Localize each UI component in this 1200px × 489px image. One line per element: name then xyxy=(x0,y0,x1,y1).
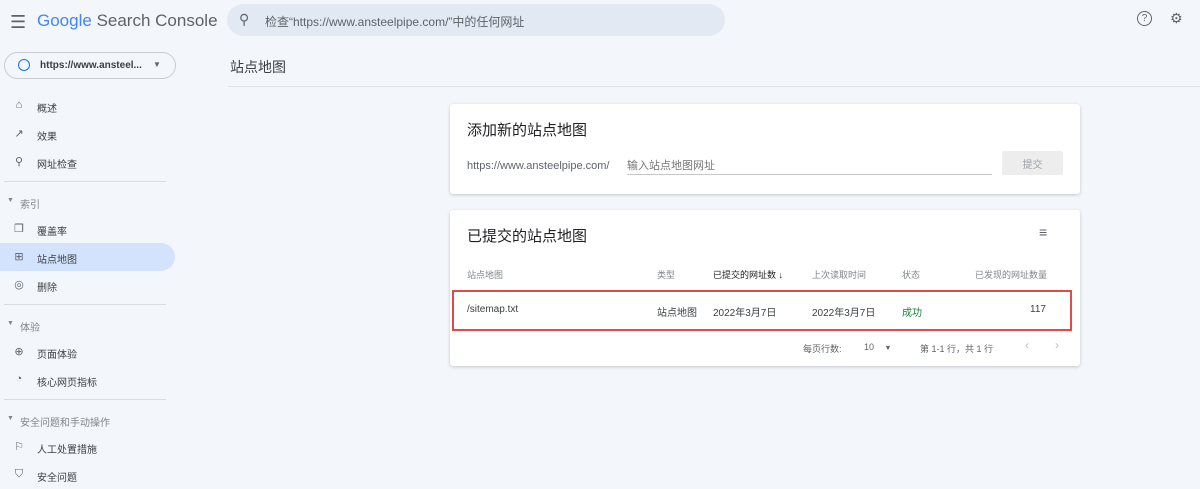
col-discovered[interactable]: 已发现的网址数量 xyxy=(975,268,1047,281)
rows-per-page-label: 每页行数: xyxy=(803,344,842,354)
section-label: 安全问题和手动操作 xyxy=(20,418,110,429)
section-label: 体验 xyxy=(20,323,40,334)
card-title: 已提交的站点地图 xyxy=(467,228,588,245)
eye-off-icon: ◎ xyxy=(14,279,24,291)
sidebar-item-manual-actions[interactable]: ⚐ 人工处置措施 xyxy=(0,433,200,461)
cell-type: 站点地图 xyxy=(657,308,697,319)
sidebar-item-core-web-vitals[interactable]: ◔ 核心网页指标 xyxy=(0,366,200,394)
logo-google: Google xyxy=(37,11,92,30)
logo-text: Search Console xyxy=(96,11,218,30)
sidebar-item-overview[interactable]: ⌂ 概述 xyxy=(0,92,200,120)
rows-per-page-value: 10 xyxy=(864,342,875,352)
cell-discovered: 117 xyxy=(1030,304,1046,315)
search-input[interactable]: ⚲ 检查“https://www.ansteelpipe.com/”中的任何网址 xyxy=(227,4,725,36)
help-icon[interactable]: ? xyxy=(1137,11,1152,26)
plus-circle-icon: ⊕ xyxy=(14,346,24,358)
section-experience[interactable]: ▼ 体验 xyxy=(0,310,200,338)
search-icon: ⚲ xyxy=(14,156,24,168)
sidebar-item-coverage[interactable]: ❐ 覆盖率 xyxy=(0,215,200,243)
caret-down-icon: ▼ xyxy=(7,197,14,204)
divider xyxy=(228,86,1200,87)
trending-icon: ↗ xyxy=(14,128,24,140)
property-selector[interactable]: https://www.ansteel... ▼ xyxy=(4,52,176,79)
sidebar-item-label: 覆盖率 xyxy=(37,227,67,238)
home-icon: ⌂ xyxy=(15,99,23,111)
sidebar-item-performance[interactable]: ↗ 效果 xyxy=(0,120,200,148)
sidebar-item-sitemaps[interactable]: ⊞ 站点地图 xyxy=(0,243,175,271)
sidebar-item-label: 效果 xyxy=(37,132,57,143)
url-prefix: https://www.ansteelpipe.com/ xyxy=(467,160,610,172)
next-page-icon[interactable]: › xyxy=(1055,338,1059,352)
section-security[interactable]: ▼ 安全问题和手动操作 xyxy=(0,405,200,433)
cell-last-read: 2022年3月7日 xyxy=(812,308,876,319)
sidebar: ⌂ 概述 ↗ 效果 ⚲ 网址检查 ▼ 索引 ❐ 覆盖率 ⊞ 站点地图 ◎ 删除 ▼ 体验 ⊕ 页面… xyxy=(0,92,200,489)
sidebar-item-label: 网址检查 xyxy=(37,160,77,171)
chevron-down-icon: ▼ xyxy=(153,60,161,69)
divider xyxy=(4,181,166,182)
col-last-read[interactable]: 上次读取时间 xyxy=(812,268,866,281)
search-icon: ⚲ xyxy=(239,11,250,27)
section-index[interactable]: ▼ 索引 xyxy=(0,187,200,215)
sitemap-icon: ⊞ xyxy=(14,251,24,263)
sidebar-item-label: 页面体验 xyxy=(37,350,77,361)
sidebar-item-label: 核心网页指标 xyxy=(37,378,97,389)
copy-icon: ❐ xyxy=(14,223,24,235)
rows-per-page-select[interactable]: 10 ▼ xyxy=(864,342,891,352)
arrow-down-icon: ↓ xyxy=(778,270,784,280)
chevron-down-icon: ▼ xyxy=(884,345,892,352)
sidebar-item-label: 人工处置措施 xyxy=(37,445,97,456)
sidebar-item-label: 安全问题 xyxy=(37,473,77,484)
caret-down-icon: ▼ xyxy=(7,415,14,422)
sitemap-url-input[interactable] xyxy=(627,158,992,175)
sidebar-item-page-experience[interactable]: ⊕ 页面体验 xyxy=(0,338,200,366)
caret-down-icon: ▼ xyxy=(7,320,14,327)
submitted-sitemaps-card: 已提交的站点地图 ≡ 站点地图 类型 已提交的网址数 ↓ 上次读取时间 状态 已… xyxy=(450,210,1080,366)
page-title: 站点地图 xyxy=(230,59,286,75)
divider xyxy=(4,399,166,400)
sidebar-item-url-inspection[interactable]: ⚲ 网址检查 xyxy=(0,148,200,176)
pagination-range: 第 1-1 行，共 1 行 xyxy=(920,344,994,354)
add-sitemap-card: 添加新的站点地图 https://www.ansteelpipe.com/ 提交 xyxy=(450,104,1080,194)
sidebar-item-label: 站点地图 xyxy=(37,255,77,266)
prev-page-icon[interactable]: ‹ xyxy=(1025,338,1029,352)
section-label: 索引 xyxy=(20,200,40,211)
property-label: https://www.ansteel... xyxy=(40,60,142,71)
top-bar: ☰ Google Search Console ⚲ 检查“https://www.… xyxy=(0,0,1200,44)
account-settings-icon[interactable]: ⚙ xyxy=(1170,10,1183,27)
logo[interactable]: Google Search Console xyxy=(37,11,218,31)
flag-icon: ⚐ xyxy=(14,441,24,453)
search-placeholder: 检查“https://www.ansteelpipe.com/”中的任何网址 xyxy=(265,15,525,29)
col-submitted[interactable]: 已提交的网址数 ↓ xyxy=(713,268,783,281)
status-badge: 成功 xyxy=(902,308,922,319)
divider xyxy=(4,304,166,305)
sidebar-item-removals[interactable]: ◎ 删除 xyxy=(0,271,200,299)
gauge-icon: ◔ xyxy=(15,373,23,385)
sidebar-item-label: 删除 xyxy=(37,283,57,294)
cell-sitemap[interactable]: /sitemap.txt xyxy=(467,304,518,315)
menu-icon[interactable]: ☰ xyxy=(10,12,26,33)
col-type[interactable]: 类型 xyxy=(657,268,675,281)
property-icon xyxy=(18,59,30,71)
col-label: 已提交的网址数 xyxy=(713,270,777,280)
shield-icon: ⛉ xyxy=(14,468,24,480)
sidebar-item-label: 概述 xyxy=(37,104,57,115)
card-title: 添加新的站点地图 xyxy=(467,122,588,139)
cell-submitted: 2022年3月7日 xyxy=(713,308,777,319)
submit-button[interactable]: 提交 xyxy=(1002,151,1063,175)
sidebar-item-security-issues[interactable]: ⛉ 安全问题 xyxy=(0,461,200,489)
col-status[interactable]: 状态 xyxy=(902,268,920,281)
filter-icon[interactable]: ≡ xyxy=(1039,224,1047,240)
col-sitemap[interactable]: 站点地图 xyxy=(467,268,503,281)
